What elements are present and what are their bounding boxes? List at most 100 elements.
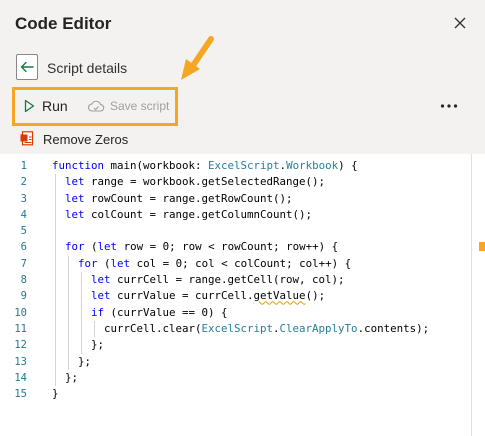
code-line: }; bbox=[52, 369, 471, 387]
code-editor[interactable]: 1 2 3 4 5 6 7 8 9 10 11 12 13 14 15 function main(work… bbox=[0, 154, 485, 436]
indent-guide bbox=[81, 272, 82, 289]
indent-guide bbox=[68, 320, 69, 338]
code-token: let bbox=[65, 191, 85, 205]
indent-guide bbox=[68, 353, 69, 370]
close-icon bbox=[454, 17, 466, 29]
code-token: colCount = range.getColumnCount(); bbox=[84, 207, 313, 221]
code-line: if (currValue == 0) { bbox=[52, 304, 471, 321]
play-icon bbox=[24, 99, 35, 113]
line-number: 5 bbox=[20, 225, 27, 238]
code-token: col = 0; col < colCount; col++) { bbox=[130, 256, 352, 270]
code-line: }; bbox=[52, 337, 471, 354]
pane-title: Code Editor bbox=[15, 14, 112, 33]
code-token: rowCount = range.getRowCount(); bbox=[84, 191, 293, 205]
script-file-icon bbox=[20, 131, 34, 146]
indent-guide bbox=[94, 320, 95, 338]
code-token: (currValue == 0) { bbox=[104, 305, 228, 319]
more-options-button[interactable] bbox=[436, 96, 462, 116]
code-token: ( bbox=[97, 256, 111, 270]
code-token: ExcelScript bbox=[201, 321, 274, 335]
code-line: let range = workbook.getSelectedRange(); bbox=[52, 174, 471, 191]
indent-guide bbox=[81, 337, 82, 354]
code-token: function bbox=[52, 159, 105, 172]
indent-guide bbox=[81, 288, 82, 305]
save-script-label: Save script bbox=[110, 99, 170, 113]
code-token: row = 0; row < rowCount; row++) { bbox=[117, 240, 339, 254]
line-number: 10 bbox=[14, 306, 27, 319]
indent-guide bbox=[68, 288, 69, 305]
code-token: currValue = currCell. bbox=[110, 289, 254, 303]
line-number: 9 bbox=[20, 290, 27, 303]
code-token: }; bbox=[52, 354, 92, 368]
indent-guide bbox=[55, 190, 56, 207]
more-icon bbox=[440, 104, 458, 108]
indent-guide bbox=[55, 337, 56, 354]
line-number: 2 bbox=[20, 176, 27, 189]
back-button[interactable] bbox=[16, 54, 38, 80]
code-token: } bbox=[52, 387, 59, 401]
indent-guide bbox=[55, 239, 56, 256]
indent-guide bbox=[55, 174, 56, 191]
line-number: 8 bbox=[20, 274, 27, 287]
code-token: .contents); bbox=[357, 321, 430, 335]
indent-guide bbox=[55, 272, 56, 289]
code-token: let bbox=[65, 207, 85, 221]
run-button[interactable]: Run bbox=[24, 96, 68, 116]
script-name: Remove Zeros bbox=[43, 131, 129, 147]
code-line bbox=[52, 223, 471, 240]
code-token: if bbox=[91, 305, 105, 319]
code-line: let currCell = range.getCell(row, col); bbox=[52, 272, 471, 289]
indent-guide bbox=[68, 272, 69, 289]
line-number: 11 bbox=[14, 322, 27, 335]
indent-guide bbox=[81, 320, 82, 338]
line-number: 1 bbox=[20, 160, 27, 172]
code-line: let rowCount = range.getRowCount(); bbox=[52, 190, 471, 207]
back-arrow-icon bbox=[20, 61, 34, 73]
code-token: currCell.clear( bbox=[52, 321, 202, 335]
code-token: for bbox=[78, 256, 98, 270]
indent-guide bbox=[55, 304, 56, 321]
script-details-link[interactable]: Script details bbox=[47, 60, 127, 76]
code-token: range = workbook.getSelectedRange(); bbox=[84, 175, 326, 189]
code-token: let bbox=[97, 240, 118, 254]
code-line: } bbox=[52, 386, 471, 402]
code-token: (); bbox=[305, 289, 326, 303]
warning-marker bbox=[479, 242, 485, 251]
code-token: currCell = range.getCell(row, col); bbox=[110, 273, 345, 287]
indent-guide bbox=[55, 223, 56, 240]
indent-guide bbox=[55, 369, 56, 387]
line-number: 14 bbox=[14, 371, 27, 384]
code-token: ( bbox=[84, 240, 98, 254]
indent-guide bbox=[68, 304, 69, 321]
line-number-gutter: 1 2 3 4 5 6 7 8 9 10 11 12 13 14 15 bbox=[0, 154, 40, 402]
close-button[interactable] bbox=[450, 13, 470, 33]
indent-guide bbox=[68, 337, 69, 354]
code-line: let colCount = range.getColumnCount(); bbox=[52, 206, 471, 224]
code-token: getValue bbox=[253, 289, 306, 303]
code-token: let bbox=[65, 175, 85, 189]
line-number: 12 bbox=[14, 339, 27, 352]
editor-pane-header: Code Editor Script details Run Save scri… bbox=[0, 0, 485, 154]
code-line: function main(workbook: ExcelScript.Work… bbox=[52, 158, 471, 174]
code-token: let bbox=[110, 256, 131, 270]
editor-scrollbar[interactable] bbox=[471, 154, 485, 436]
code-area[interactable]: function main(workbook: ExcelScript.Work… bbox=[52, 154, 471, 402]
line-number: 15 bbox=[14, 388, 27, 401]
line-number: 6 bbox=[20, 241, 27, 254]
line-number: 13 bbox=[14, 355, 27, 368]
indent-guide bbox=[55, 353, 56, 370]
code-token: ) { bbox=[338, 159, 358, 172]
code-line: let currValue = currCell.getValue(); bbox=[52, 288, 471, 305]
save-script-button[interactable]: Save script bbox=[87, 96, 169, 116]
line-number: 3 bbox=[20, 192, 27, 205]
indent-guide bbox=[81, 304, 82, 321]
code-token: main(workbook: bbox=[104, 159, 209, 172]
code-token: for bbox=[65, 240, 85, 254]
